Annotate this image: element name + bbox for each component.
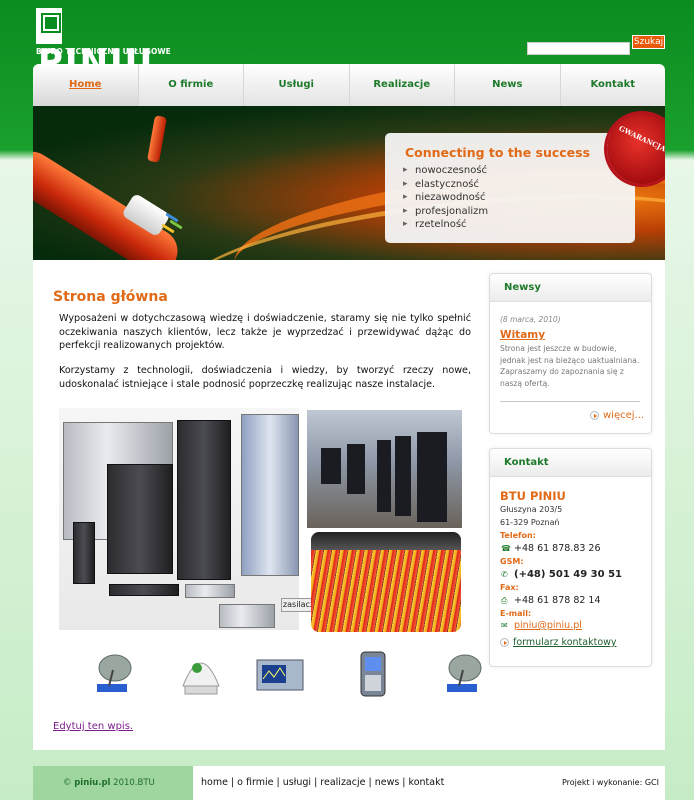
- second-paragraph: Korzystamy z technologii, doświadczenia …: [59, 365, 471, 390]
- news-widget: Newsy (8 marca, 2010) Witamy Strona jest…: [489, 273, 652, 434]
- phone-icon: ☎: [501, 544, 511, 553]
- more-news-label: więcej...: [603, 410, 645, 421]
- equipment-photo: [59, 408, 299, 630]
- news-item-text: Strona jest jeszcze w budowie, jednak je…: [500, 344, 640, 388]
- arrow-bullet-icon: [500, 638, 509, 647]
- page-title: Strona główna: [53, 289, 168, 305]
- email-label: E-mail:: [500, 609, 532, 618]
- nav-item-home[interactable]: Home: [33, 64, 139, 106]
- cable-image: [33, 143, 186, 260]
- logo-subtitle: BIURO TECHNICZNO USŁUGOWE: [36, 47, 171, 56]
- phone-number: +48 61 878.83 26: [514, 543, 601, 554]
- fax-label: Fax:: [500, 583, 519, 592]
- gsm-label: GSM:: [500, 557, 524, 566]
- small-ups-image: [73, 522, 95, 584]
- network-cables-photo: [311, 532, 461, 632]
- copyright-symbol: ©: [63, 778, 72, 788]
- edit-post-link[interactable]: Edytuj ten wpis.: [53, 721, 133, 732]
- email-link[interactable]: piniu@piniu.pl: [514, 620, 582, 631]
- mobile-icon: ✆: [501, 570, 508, 579]
- hero-banner: Connecting to the success nowoczesność e…: [33, 106, 665, 260]
- footer-links[interactable]: home | o firmie | usługi | realizacje | …: [201, 766, 444, 800]
- search-form: Szukaj: [527, 35, 665, 55]
- banner-feature-item: elastyczność: [403, 178, 635, 192]
- tower-ups-image: [177, 420, 231, 580]
- banner-feature-item: nowoczesność: [403, 164, 635, 178]
- intro-paragraph: Wyposażeni w dotychczasową wiedzę i dośw…: [59, 313, 471, 351]
- news-widget-title: Newsy: [490, 274, 651, 302]
- cable-connector-image: [147, 115, 167, 163]
- phone-label: Telefon:: [500, 531, 536, 540]
- nav-item-news[interactable]: News: [455, 64, 561, 106]
- rack-unit-image: [109, 584, 179, 596]
- contact-form-label: formularz kontaktowy: [513, 637, 617, 648]
- footer-site-name: piniu.pl: [74, 778, 111, 788]
- footer-credit: Projekt i wykonanie: GCI: [561, 778, 659, 787]
- satellite-dish-icon: [447, 654, 482, 692]
- banner-feature-item: niezawodność: [403, 191, 635, 205]
- fax-icon: ⎙: [501, 596, 508, 605]
- contact-widget: Kontakt BTU PINIU Głuszyna 203/5 61-329 …: [489, 448, 652, 667]
- logo-mark-icon: [36, 8, 62, 44]
- product-icons: [63, 646, 483, 702]
- banner-promo-box: Connecting to the success nowoczesność e…: [385, 133, 635, 243]
- ups-image: [107, 464, 173, 574]
- divider: [500, 401, 640, 402]
- news-item-title[interactable]: Witamy: [500, 329, 545, 341]
- nav-item-uslugi[interactable]: Usługi: [244, 64, 350, 106]
- envelope-icon: ✉: [501, 621, 508, 630]
- main-nav: Home O firmie Usługi Realizacje News Kon…: [33, 64, 665, 106]
- main-content: Strona główna Wyposażeni w dotychczasową…: [33, 260, 665, 750]
- site-logo[interactable]: PINIU BIURO TECHNICZNO USŁUGOWE: [36, 8, 171, 80]
- banner-feature-item: rzetelność: [403, 218, 635, 232]
- banner-feature-list: nowoczesność elastyczność niezawodność p…: [403, 164, 635, 232]
- fax-number: +48 61 878 82 14: [514, 595, 601, 606]
- banner-feature-item: profesjonalizm: [403, 205, 635, 219]
- arrow-bullet-icon: [590, 410, 599, 420]
- company-name: BTU PINIU: [500, 489, 566, 503]
- satellite-dish-icon: [97, 654, 132, 692]
- nav-item-o-firmie[interactable]: O firmie: [139, 64, 244, 106]
- news-date: (8 marca, 2010): [500, 315, 561, 324]
- nav-item-realizacje[interactable]: Realizacje: [350, 64, 455, 106]
- device-image: [185, 584, 235, 598]
- search-input[interactable]: [527, 41, 630, 55]
- spectrum-analyzer-icon: [256, 659, 304, 691]
- address-city: 61-329 Poznań: [500, 518, 560, 527]
- contact-form-link[interactable]: formularz kontaktowy: [500, 637, 617, 648]
- contact-widget-title: Kontakt: [490, 449, 651, 477]
- rack-image: [241, 414, 299, 576]
- gsm-number: (+48) 501 49 30 51: [514, 569, 622, 580]
- search-button[interactable]: Szukaj: [632, 35, 665, 49]
- seal-text: GWARANCJA: [617, 123, 665, 154]
- footer: © piniu.pl 2010.BTU home | o firmie | us…: [33, 766, 665, 800]
- address-street: Głuszyna 203/5: [500, 505, 563, 514]
- satellite-dome-icon: [182, 662, 220, 695]
- device-image: [219, 604, 275, 628]
- banner-headline: Connecting to the success: [405, 145, 591, 160]
- more-news-link[interactable]: więcej...: [590, 410, 644, 421]
- handheld-meter-icon: [360, 651, 386, 697]
- footer-year: 2010.BTU: [113, 778, 155, 788]
- nav-item-kontakt[interactable]: Kontakt: [561, 64, 666, 106]
- footer-copyright: © piniu.pl 2010.BTU: [33, 766, 193, 800]
- server-room-photo: [307, 410, 462, 528]
